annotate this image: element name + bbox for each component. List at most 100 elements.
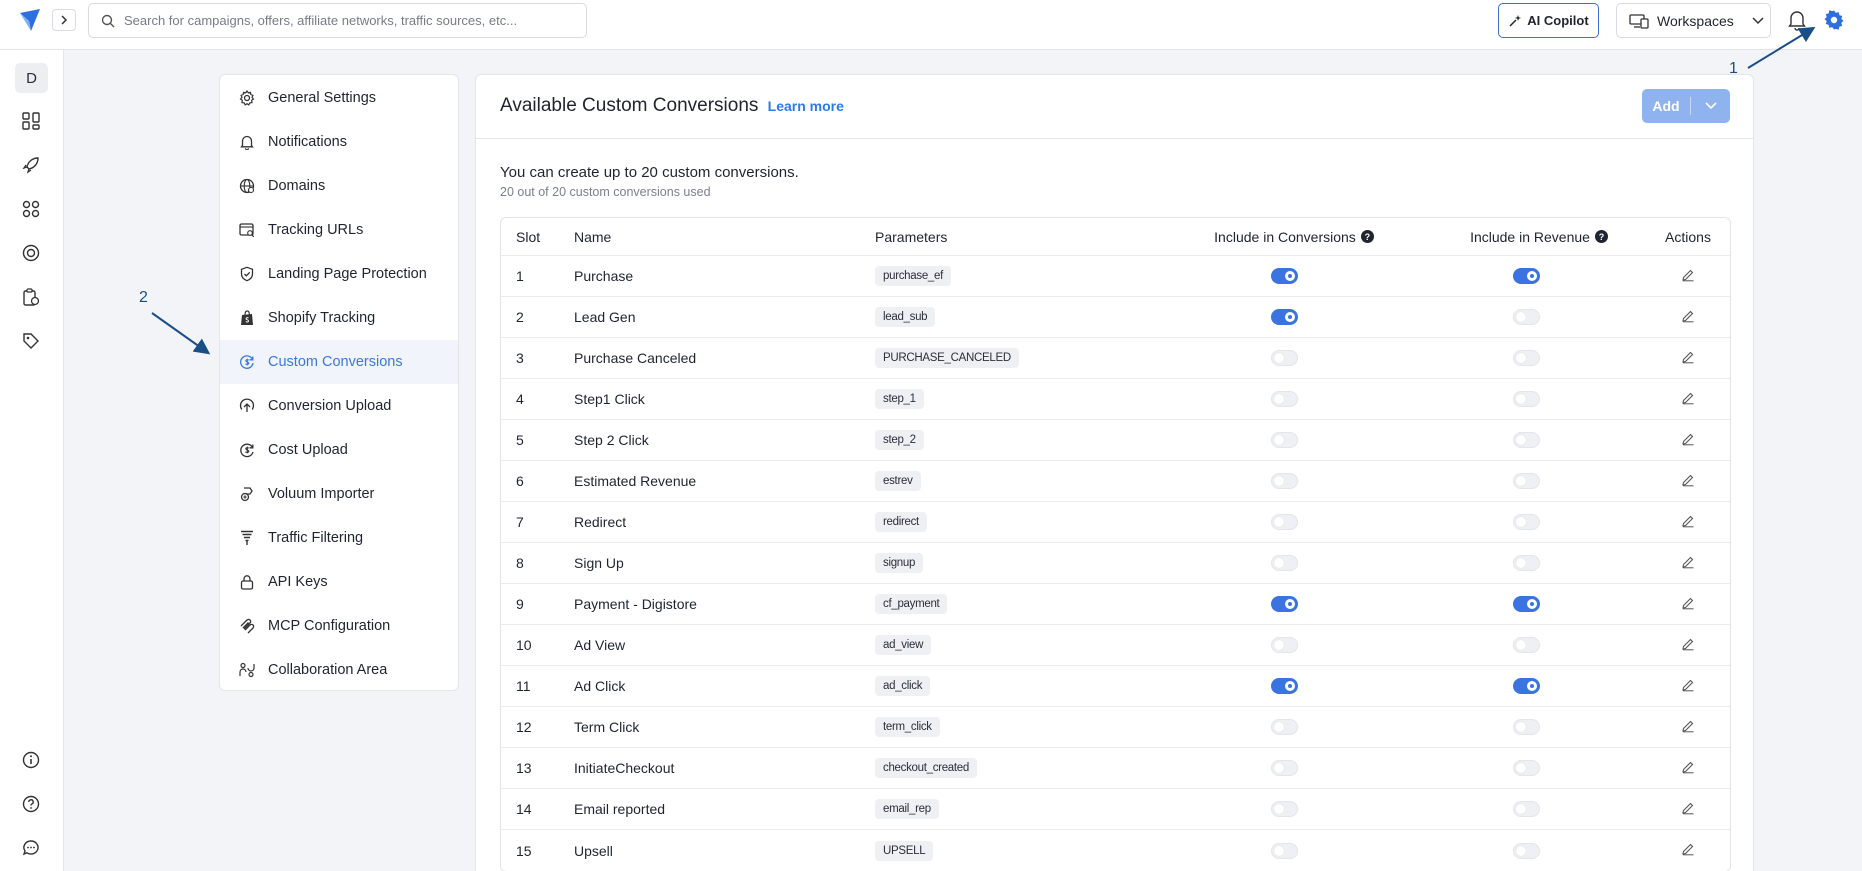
settings-nav-item-domains[interactable]: Domains <box>220 164 458 208</box>
include-revenue-toggle[interactable] <box>1512 350 1540 366</box>
parameter-cell: estrev <box>875 461 921 501</box>
include-conversions-cell <box>1184 420 1384 460</box>
include-revenue-toggle[interactable] <box>1512 514 1540 530</box>
table-header-row: Slot Name Parameters Include in Conversi… <box>501 218 1730 256</box>
include-conversions-toggle[interactable] <box>1270 678 1298 694</box>
include-revenue-toggle[interactable] <box>1512 596 1540 612</box>
expand-sidebar-button[interactable] <box>52 9 76 31</box>
edit-pencil-icon[interactable] <box>1681 391 1695 408</box>
include-conversions-toggle[interactable] <box>1270 842 1298 859</box>
settings-nav-item-conversion-upload[interactable]: Conversion Upload <box>220 384 458 428</box>
settings-nav-item-api-keys[interactable]: API Keys <box>220 560 458 604</box>
help-question-icon[interactable]: ? <box>1594 230 1608 243</box>
tag-icon[interactable] <box>20 330 42 352</box>
include-conversions-toggle[interactable] <box>1270 760 1298 776</box>
edit-pencil-icon[interactable] <box>1681 473 1695 490</box>
apps-icon[interactable] <box>20 198 42 220</box>
settings-nav-item-cost-upload[interactable]: Cost Upload <box>220 428 458 472</box>
parameter-chip: lead_sub <box>875 307 936 327</box>
add-button[interactable]: Add <box>1642 89 1730 123</box>
edit-pencil-icon[interactable] <box>1681 678 1695 695</box>
include-revenue-toggle[interactable] <box>1512 678 1540 694</box>
include-conversions-toggle[interactable] <box>1270 432 1298 448</box>
global-search[interactable] <box>88 3 587 38</box>
include-revenue-toggle[interactable] <box>1512 760 1540 776</box>
include-conversions-toggle[interactable] <box>1270 514 1298 530</box>
edit-pencil-icon[interactable] <box>1681 514 1695 531</box>
include-revenue-toggle[interactable] <box>1512 842 1540 859</box>
include-revenue-toggle[interactable] <box>1512 391 1540 407</box>
edit-pencil-icon[interactable] <box>1681 801 1695 818</box>
settings-nav-item-collaboration-area[interactable]: Collaboration Area <box>220 648 458 690</box>
include-revenue-toggle[interactable] <box>1512 637 1540 653</box>
rocket-icon[interactable] <box>20 154 42 176</box>
settings-nav-item-tracking-urls[interactable]: Tracking URLs <box>220 208 458 252</box>
usage-text: 20 out of 20 custom conversions used <box>500 185 711 199</box>
settings-nav-item-traffic-filtering[interactable]: Traffic Filtering <box>220 516 458 560</box>
workspaces-dropdown[interactable]: Workspaces <box>1616 3 1771 38</box>
include-conversions-toggle[interactable] <box>1270 555 1298 571</box>
settings-nav-label: Voluum Importer <box>268 486 375 502</box>
search-icon <box>101 14 115 27</box>
name-cell: Purchase <box>574 268 634 284</box>
include-conversions-cell <box>1184 379 1384 419</box>
include-conversions-toggle[interactable] <box>1270 719 1298 735</box>
settings-nav-item-mcp-configuration[interactable]: MCP Configuration <box>220 604 458 648</box>
include-revenue-toggle[interactable] <box>1512 801 1540 817</box>
include-revenue-toggle[interactable] <box>1512 268 1540 284</box>
settings-nav-item-voluum-importer[interactable]: Voluum Importer <box>220 472 458 516</box>
gear-icon <box>238 89 256 107</box>
add-dropdown-toggle[interactable] <box>1691 102 1730 110</box>
include-revenue-toggle[interactable] <box>1512 555 1540 571</box>
settings-nav-item-shopify-tracking[interactable]: Shopify Tracking <box>220 296 458 340</box>
dashboard-icon[interactable] <box>20 110 42 132</box>
edit-pencil-icon[interactable] <box>1681 309 1695 326</box>
include-conversions-toggle[interactable] <box>1270 268 1298 284</box>
include-conversions-toggle[interactable] <box>1270 473 1298 489</box>
clipboard-icon[interactable] <box>20 286 42 308</box>
notifications-bell-icon[interactable] <box>1787 9 1807 36</box>
help-icon[interactable] <box>20 793 42 815</box>
search-input[interactable] <box>124 13 586 28</box>
edit-pencil-icon[interactable] <box>1681 637 1695 654</box>
include-revenue-toggle[interactable] <box>1512 309 1540 325</box>
edit-pencil-icon[interactable] <box>1681 596 1695 613</box>
info-icon[interactable] <box>20 749 42 771</box>
edit-pencil-icon[interactable] <box>1681 432 1695 449</box>
slot-cell: 1 <box>516 268 524 284</box>
settings-nav-item-notifications[interactable]: Notifications <box>220 120 458 164</box>
include-revenue-toggle[interactable] <box>1512 719 1540 735</box>
settings-nav-item-landing-page-protection[interactable]: Landing Page Protection <box>220 252 458 296</box>
edit-pencil-icon[interactable] <box>1681 555 1695 572</box>
include-conversions-toggle[interactable] <box>1270 391 1298 407</box>
dollar-cycle-icon <box>238 353 256 371</box>
include-conversions-toggle[interactable] <box>1270 350 1298 366</box>
ai-copilot-button[interactable]: AI Copilot <box>1498 3 1599 38</box>
help-question-icon[interactable]: ? <box>1360 230 1374 243</box>
edit-pencil-icon[interactable] <box>1681 719 1695 736</box>
include-revenue-toggle[interactable] <box>1512 432 1540 448</box>
target-icon[interactable] <box>20 242 42 264</box>
include-conversions-cell <box>1184 830 1384 871</box>
chevron-right-icon <box>61 15 68 25</box>
include-conversions-toggle[interactable] <box>1270 596 1298 612</box>
parameter-chip: estrev <box>875 471 921 491</box>
settings-nav-item-general-settings[interactable]: General Settings <box>220 76 458 120</box>
include-conversions-toggle[interactable] <box>1270 309 1298 325</box>
settings-gear-icon[interactable] <box>1823 9 1845 36</box>
edit-pencil-icon[interactable] <box>1681 842 1695 859</box>
edit-pencil-icon[interactable] <box>1681 268 1695 285</box>
settings-nav-item-custom-conversions[interactable]: Custom Conversions <box>220 340 458 384</box>
parameter-chip: signup <box>875 553 924 573</box>
edit-pencil-icon[interactable] <box>1681 760 1695 777</box>
app-logo-icon[interactable] <box>17 7 43 33</box>
parameter-cell: ad_click <box>875 666 931 706</box>
chat-icon[interactable] <box>20 837 42 859</box>
learn-more-link[interactable]: Learn more <box>768 98 844 114</box>
include-revenue-cell <box>1426 379 1626 419</box>
include-conversions-toggle[interactable] <box>1270 637 1298 653</box>
workspace-avatar[interactable]: D <box>15 63 48 93</box>
edit-pencil-icon[interactable] <box>1681 350 1695 367</box>
include-revenue-toggle[interactable] <box>1512 473 1540 489</box>
include-conversions-toggle[interactable] <box>1270 801 1298 817</box>
